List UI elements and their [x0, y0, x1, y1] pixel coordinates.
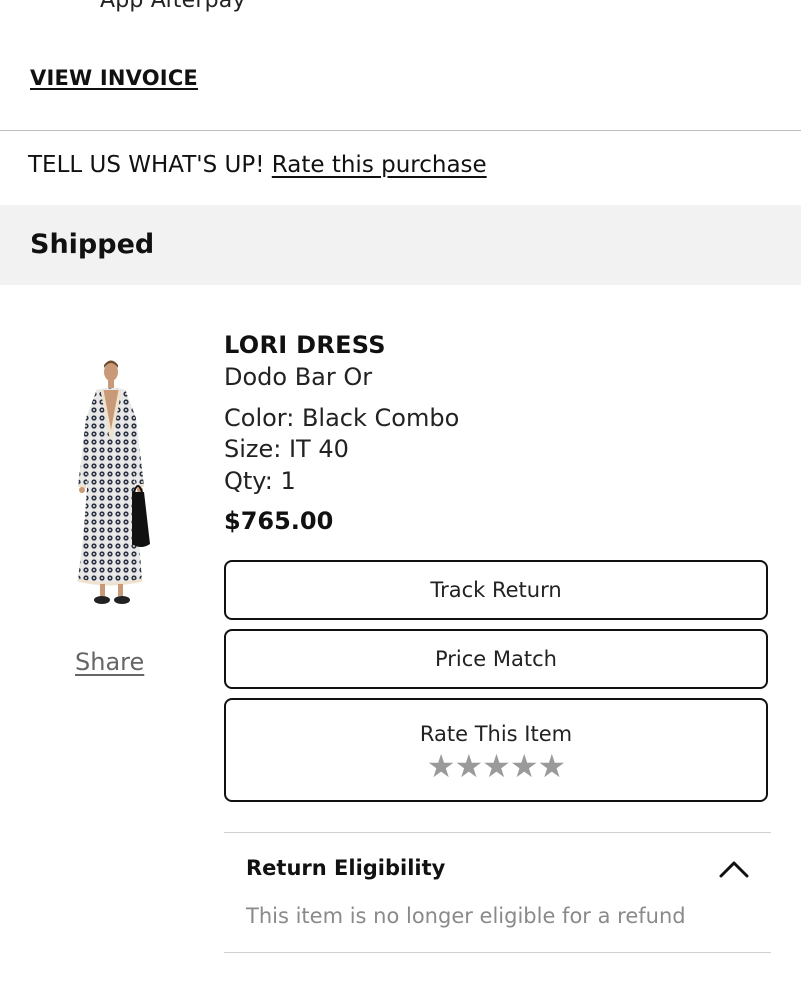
star-icon[interactable]: ★	[510, 748, 539, 784]
star-icon[interactable]: ★	[454, 748, 483, 784]
section-divider	[0, 130, 801, 131]
share-link[interactable]: Share	[75, 648, 144, 676]
product-color: Color: Black Combo	[224, 404, 460, 432]
star-icon[interactable]: ★	[427, 748, 456, 784]
rate-item-button[interactable]: Rate This Item ★★★★★	[224, 698, 768, 802]
eligibility-divider-bottom	[224, 952, 771, 953]
product-size: Size: IT 40	[224, 435, 349, 463]
product-image[interactable]	[66, 358, 158, 610]
star-icon[interactable]: ★	[482, 748, 511, 784]
product-name[interactable]: LORI DRESS	[224, 331, 386, 359]
product-brand: Dodo Bar Or	[224, 363, 373, 391]
price-match-button[interactable]: Price Match	[224, 629, 768, 689]
order-status-band: Shipped	[0, 205, 801, 285]
payment-method-text: App Afterpay	[100, 0, 246, 13]
track-return-button[interactable]: Track Return	[224, 560, 768, 620]
chevron-up-icon[interactable]	[718, 858, 750, 880]
return-eligibility-message: This item is no longer eligible for a re…	[246, 904, 686, 928]
rate-purchase-link[interactable]: Rate this purchase	[272, 152, 487, 178]
order-status: Shipped	[30, 229, 155, 260]
eligibility-divider-top	[224, 832, 771, 833]
product-quantity: Qty: 1	[224, 467, 296, 495]
feedback-prompt: TELL US WHAT'S UP!	[28, 152, 265, 178]
return-eligibility-title[interactable]: Return Eligibility	[246, 856, 445, 880]
star-icon[interactable]: ★	[538, 748, 567, 784]
view-invoice-link[interactable]: VIEW INVOICE	[30, 66, 198, 90]
dress-photo-icon	[77, 360, 150, 604]
star-rating[interactable]: ★★★★★	[226, 748, 766, 784]
rate-item-label: Rate This Item	[419, 722, 573, 746]
product-price: $765.00	[224, 507, 334, 535]
feedback-row: TELL US WHAT'S UP! Rate this purchase	[28, 152, 487, 178]
